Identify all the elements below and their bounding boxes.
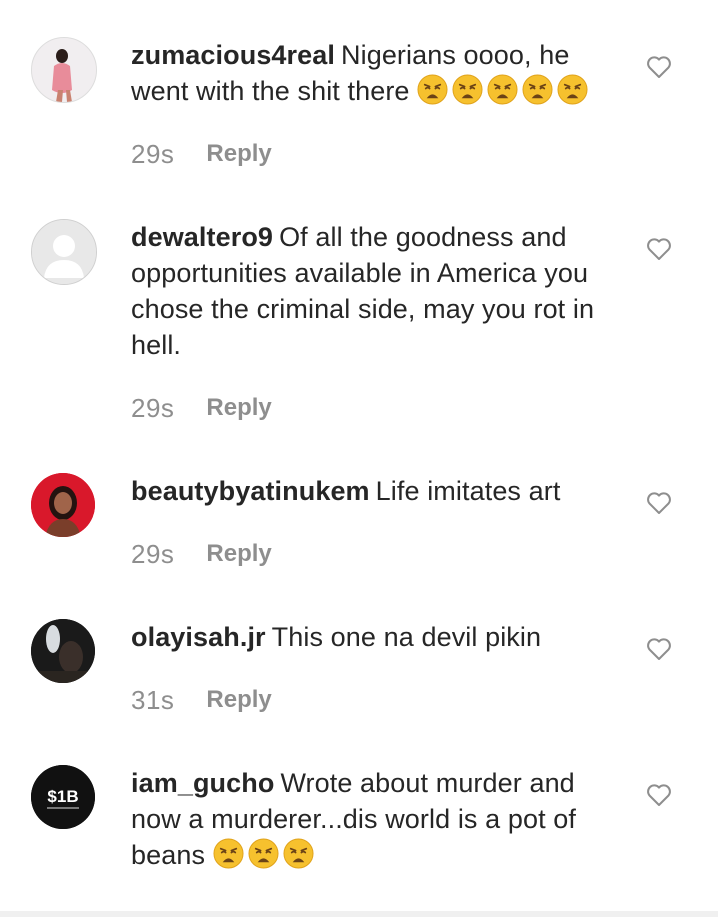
comment-username[interactable]: beautybyatinukem bbox=[131, 476, 370, 506]
comment-timestamp: 31s bbox=[131, 684, 175, 715]
comment-meta: 29s Reply bbox=[131, 538, 272, 570]
comment-username[interactable]: olayisah.jr bbox=[131, 622, 266, 652]
avatar[interactable] bbox=[31, 219, 97, 285]
bottom-divider bbox=[0, 911, 718, 917]
comment-body: Life imitates art bbox=[375, 476, 561, 506]
comment-meta: 29s Reply bbox=[131, 392, 272, 424]
emoji-group bbox=[213, 838, 318, 870]
weary-face-emoji-icon bbox=[557, 74, 588, 105]
weary-face-emoji-icon bbox=[487, 74, 518, 105]
heart-outline-icon[interactable] bbox=[646, 491, 672, 515]
avatar[interactable]: $1B bbox=[31, 765, 95, 829]
user-photo bbox=[31, 619, 95, 683]
emoji-group bbox=[417, 74, 592, 106]
comment-timestamp: 29s bbox=[131, 538, 175, 569]
comment-body: This one na devil pikin bbox=[271, 622, 542, 652]
heart-outline-icon[interactable] bbox=[646, 783, 672, 807]
comment-meta: 29s Reply bbox=[131, 138, 272, 170]
user-photo bbox=[32, 38, 96, 102]
reply-button[interactable]: Reply bbox=[206, 394, 271, 422]
comment-username[interactable]: iam_gucho bbox=[131, 768, 274, 798]
heart-outline-icon[interactable] bbox=[646, 637, 672, 661]
avatar[interactable] bbox=[31, 37, 97, 103]
avatar-logo-text: $1B bbox=[47, 787, 78, 806]
weary-face-emoji-icon bbox=[452, 74, 483, 105]
reply-button[interactable]: Reply bbox=[206, 140, 271, 168]
comment-text: iam_gucho Wrote about murder and now a mu… bbox=[131, 765, 621, 873]
logo-avatar: $1B bbox=[31, 765, 95, 829]
comment-timestamp: 29s bbox=[131, 138, 175, 169]
comment-timestamp: 29s bbox=[131, 392, 175, 423]
comment-text: beautybyatinukem Life imitates art bbox=[131, 473, 621, 509]
weary-face-emoji-icon bbox=[283, 838, 314, 869]
weary-face-emoji-icon bbox=[213, 838, 244, 869]
reply-button[interactable]: Reply bbox=[206, 686, 271, 714]
heart-outline-icon[interactable] bbox=[646, 237, 672, 261]
comment-text: zumacious4real Nigerians oooo, he went wi… bbox=[131, 37, 621, 109]
comment-text: dewaltero9 Of all the goodness and opport… bbox=[131, 219, 621, 363]
weary-face-emoji-icon bbox=[248, 838, 279, 869]
default-avatar-icon bbox=[32, 220, 96, 284]
comment-username[interactable]: dewaltero9 bbox=[131, 222, 273, 252]
weary-face-emoji-icon bbox=[417, 74, 448, 105]
comment-username[interactable]: zumacious4real bbox=[131, 40, 335, 70]
weary-face-emoji-icon bbox=[522, 74, 553, 105]
heart-outline-icon[interactable] bbox=[646, 55, 672, 79]
reply-button[interactable]: Reply bbox=[206, 540, 271, 568]
user-photo bbox=[31, 473, 95, 537]
comment-meta: 31s Reply bbox=[131, 684, 272, 716]
comment-text: olayisah.jr This one na devil pikin bbox=[131, 619, 621, 655]
avatar[interactable] bbox=[31, 473, 95, 537]
avatar[interactable] bbox=[31, 619, 95, 683]
